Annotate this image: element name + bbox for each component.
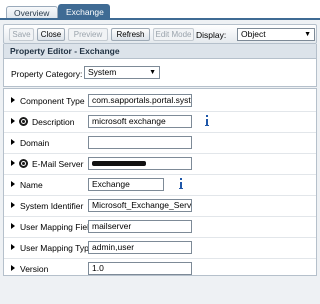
- display-label: Display:: [196, 30, 227, 40]
- property-list: Component Type com.sapportals.portal.sys…: [3, 88, 317, 276]
- property-label: Version: [20, 264, 49, 274]
- category-select-value: System: [88, 67, 117, 77]
- portal-page: Overview Exchange Save Close Preview Ref…: [0, 0, 320, 304]
- tab-bar: Overview Exchange: [0, 0, 320, 20]
- expand-arrow-icon[interactable]: [11, 223, 15, 229]
- category-select[interactable]: System ▼: [84, 66, 160, 79]
- description-field[interactable]: microsoft exchange: [88, 115, 192, 128]
- property-label: Name: [20, 180, 43, 190]
- name-field[interactable]: Exchange: [88, 178, 164, 191]
- user-mapping-type-field[interactable]: admin,user: [88, 241, 192, 254]
- property-label: Domain: [20, 138, 50, 148]
- tab-exchange[interactable]: Exchange: [58, 4, 110, 19]
- property-row-version: Version 1.0: [4, 259, 316, 280]
- property-label: System Identifier: [20, 201, 84, 211]
- property-editor-title: Property Editor - Exchange: [3, 44, 317, 59]
- property-row-user-mapping-fields: User Mapping Fields mailserver: [4, 217, 316, 238]
- info-icon[interactable]: [178, 178, 184, 190]
- property-label: User Mapping Type: [20, 243, 94, 253]
- save-button[interactable]: Save: [9, 28, 34, 41]
- expand-arrow-icon[interactable]: [11, 265, 15, 271]
- info-icon[interactable]: [204, 115, 210, 127]
- property-label: E-Mail Server: [32, 159, 84, 169]
- expand-arrow-icon[interactable]: [11, 181, 15, 187]
- property-row-domain: Domain: [4, 133, 316, 154]
- property-row-description: Description microsoft exchange: [4, 112, 316, 133]
- chevron-down-icon: ▼: [149, 69, 156, 76]
- refresh-button[interactable]: Refresh: [111, 28, 150, 41]
- expand-arrow-icon[interactable]: [11, 202, 15, 208]
- component-type-field[interactable]: com.sapportals.portal.system: [88, 94, 192, 107]
- expand-arrow-icon[interactable]: [11, 139, 15, 145]
- edit-mode-button[interactable]: Edit Mode: [153, 28, 194, 41]
- redaction-mark: [92, 161, 146, 166]
- display-select[interactable]: Object ▼: [237, 28, 315, 41]
- expand-arrow-icon[interactable]: [11, 160, 15, 166]
- close-button[interactable]: Close: [37, 28, 65, 41]
- category-label: Property Category:: [11, 69, 83, 79]
- expand-arrow-icon[interactable]: [11, 118, 15, 124]
- property-label: Component Type: [20, 96, 85, 106]
- property-row-email-server: E-Mail Server: [4, 154, 316, 175]
- preview-button[interactable]: Preview: [68, 28, 108, 41]
- globe-icon: [19, 117, 28, 126]
- system-identifier-field[interactable]: Microsoft_Exchange_Server: [88, 199, 192, 212]
- property-row-component-type: Component Type com.sapportals.portal.sys…: [4, 91, 316, 112]
- bottom-area: [3, 278, 317, 302]
- email-server-field[interactable]: [88, 157, 192, 170]
- globe-icon: [19, 159, 28, 168]
- tab-underline: [0, 18, 320, 20]
- expand-arrow-icon[interactable]: [11, 244, 15, 250]
- user-mapping-fields-field[interactable]: mailserver: [88, 220, 192, 233]
- domain-field[interactable]: [88, 136, 192, 149]
- version-field[interactable]: 1.0: [88, 262, 192, 275]
- chevron-down-icon: ▼: [304, 31, 311, 38]
- property-row-user-mapping-type: User Mapping Type admin,user: [4, 238, 316, 259]
- display-select-value: Object: [241, 29, 266, 39]
- property-row-name: Name Exchange: [4, 175, 316, 196]
- category-panel: Property Category: System ▼: [3, 59, 317, 87]
- property-label: User Mapping Fields: [20, 222, 98, 232]
- expand-arrow-icon[interactable]: [11, 97, 15, 103]
- toolbar: Save Close Preview Refresh Edit Mode Dis…: [3, 24, 317, 44]
- property-row-system-identifier: System Identifier Microsoft_Exchange_Ser…: [4, 196, 316, 217]
- property-label: Description: [32, 117, 75, 127]
